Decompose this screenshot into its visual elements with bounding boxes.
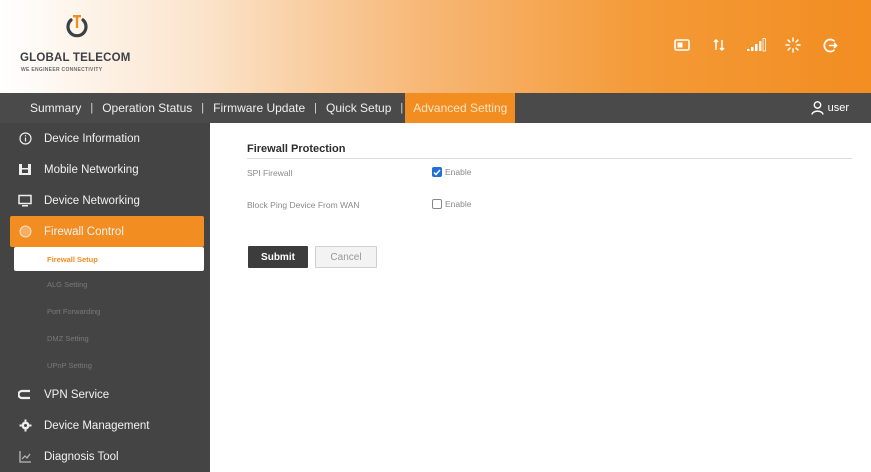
sim-icon[interactable] <box>671 36 693 54</box>
checkbox-label: Enable <box>445 199 472 209</box>
nav-separator: | <box>314 102 318 114</box>
section-divider <box>247 158 852 159</box>
sidebar-item-label: Diagnosis Tool <box>44 450 119 463</box>
sidebar-item-label: Firewall Control <box>44 225 124 238</box>
sidebar-item-device-management[interactable]: Device Management <box>0 410 210 441</box>
firewall-icon <box>18 225 32 239</box>
sidebar-item-label: Device Information <box>44 132 140 145</box>
sidebar-subitem-upnp-setting[interactable]: UPnP Setting <box>0 352 210 379</box>
wifi-activity-icon[interactable] <box>782 36 804 54</box>
checkbox-unchecked-icon[interactable] <box>432 199 442 209</box>
sidebar-subitem-port-forwarding[interactable]: Port Forwarding <box>0 298 210 325</box>
sidebar-item-device-networking[interactable]: Device Networking <box>0 185 210 216</box>
sidebar-subitem-alg-setting[interactable]: ALG Setting <box>0 271 210 298</box>
sidebar-subitem-dmz-setting[interactable]: DMZ Setting <box>0 325 210 352</box>
sidebar-item-vpn-service[interactable]: VPN Service <box>0 379 210 410</box>
checkbox-label: Enable <box>445 167 472 177</box>
cancel-button[interactable]: Cancel <box>315 246 377 268</box>
sidebar-item-label: Device Management <box>44 419 150 432</box>
vpn-icon <box>18 388 32 402</box>
sidebar-subitem-firewall-setup[interactable]: Firewall Setup <box>14 247 204 271</box>
sidebar-item-label: Mobile Networking <box>44 163 139 176</box>
main-nav-bar: Summary | Operation Status | Firmware Up… <box>0 93 871 123</box>
brand-tagline: WE ENGINEER CONNECTIVITY <box>21 67 103 73</box>
nav-quick-setup[interactable]: Quick Setup <box>319 93 398 123</box>
user-label: user <box>827 102 849 114</box>
gear-icon <box>18 419 32 433</box>
sidebar-item-device-information[interactable]: Device Information <box>0 123 210 154</box>
user-menu[interactable]: user <box>810 93 849 123</box>
nav-advanced-setting[interactable]: Advanced Setting <box>405 93 516 123</box>
user-icon <box>810 101 824 115</box>
logo-mark-icon <box>66 15 88 38</box>
brand-name: GLOBAL TELECOM <box>20 52 131 64</box>
submit-button[interactable]: Submit <box>248 246 308 268</box>
main-content: Firewall Protection SPI Firewall Enable … <box>210 123 871 472</box>
mobile-network-icon <box>18 163 32 177</box>
block-ping-enable-checkbox[interactable]: Enable <box>432 199 471 209</box>
sidebar-item-label: VPN Service <box>44 388 110 401</box>
sidebar-item-firewall-control[interactable]: Firewall Control <box>10 216 204 247</box>
nav-operation-status[interactable]: Operation Status <box>95 93 199 123</box>
sidebar: Device Information Mobile Networking Dev… <box>0 123 210 472</box>
nav-summary[interactable]: Summary <box>0 93 88 123</box>
data-transfer-icon[interactable] <box>708 36 730 54</box>
spi-firewall-label: SPI Firewall <box>247 168 293 178</box>
top-header: GLOBAL TELECOM WE ENGINEER CONNECTIVITY <box>0 0 871 93</box>
nav-separator: | <box>90 102 94 114</box>
info-icon <box>18 132 32 146</box>
sidebar-item-label: Device Networking <box>44 194 140 207</box>
brand-logo: GLOBAL TELECOM WE ENGINEER CONNECTIVITY <box>18 14 148 84</box>
checkbox-checked-icon[interactable] <box>432 167 442 177</box>
nav-separator: | <box>400 102 404 114</box>
block-ping-label: Block Ping Device From WAN <box>247 200 360 210</box>
status-icons <box>671 36 841 54</box>
section-title: Firewall Protection <box>247 143 346 155</box>
monitor-icon <box>18 194 32 208</box>
sidebar-item-diagnosis-tool[interactable]: Diagnosis Tool <box>0 441 210 472</box>
sidebar-item-mobile-networking[interactable]: Mobile Networking <box>0 154 210 185</box>
diagnosis-icon <box>18 450 32 464</box>
signal-strength-icon[interactable] <box>745 36 767 54</box>
nav-separator: | <box>201 102 205 114</box>
logout-icon[interactable] <box>819 36 841 54</box>
nav-firmware-update[interactable]: Firmware Update <box>206 93 312 123</box>
spi-firewall-enable-checkbox[interactable]: Enable <box>432 167 471 177</box>
